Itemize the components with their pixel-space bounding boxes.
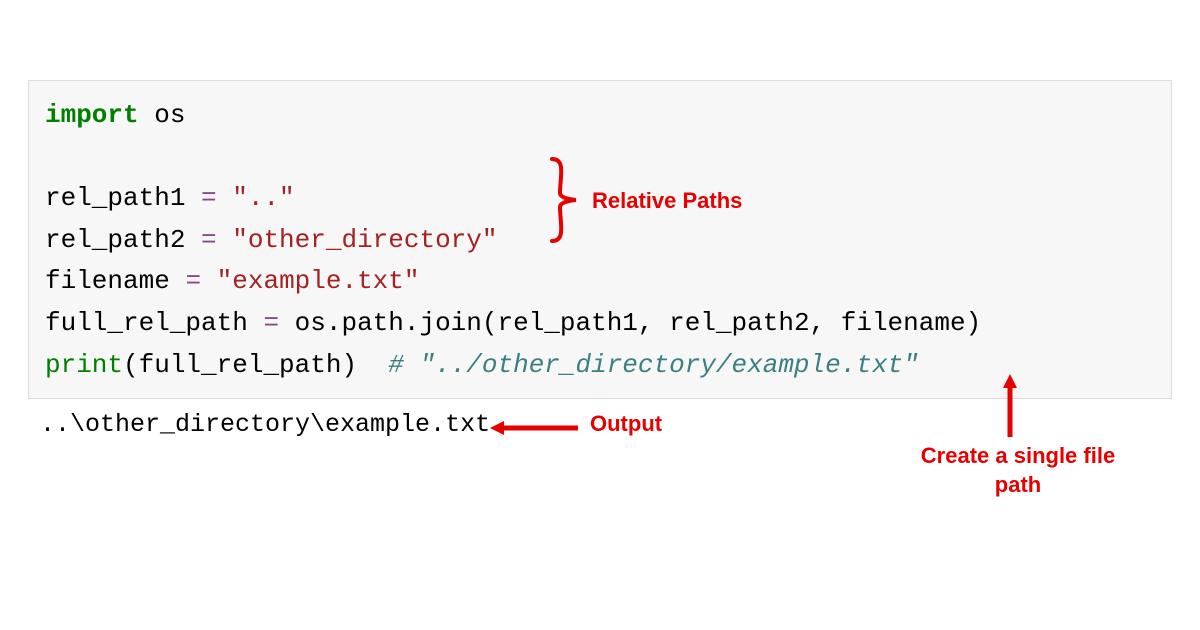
keyword-import: import	[45, 100, 139, 130]
code-line-import: import os	[45, 95, 1155, 137]
code-line-fullrelpath: full_rel_path = os.path.join(rel_path1, …	[45, 303, 1155, 345]
output-text: ..\other_directory\example.txt	[40, 410, 490, 439]
annotation-create-path: Create a single file path	[918, 442, 1118, 499]
annotation-create-line2: path	[995, 472, 1041, 497]
module-os: os	[139, 100, 186, 130]
arrow-left-icon	[490, 418, 580, 443]
code-block: import os rel_path1 = ".." rel_path2 = "…	[28, 80, 1172, 399]
code-line-filename: filename = "example.txt"	[45, 261, 1155, 303]
annotation-output: Output	[590, 411, 662, 437]
brace-icon	[550, 157, 580, 243]
annotation-create-line1: Create a single file	[921, 443, 1115, 468]
arrow-up-icon	[1000, 374, 1020, 444]
annotation-relative-paths: Relative Paths	[592, 188, 742, 214]
code-line-print: print(full_rel_path) # "../other_directo…	[45, 345, 1155, 387]
code-line-relpath2: rel_path2 = "other_directory"	[45, 220, 1155, 262]
blank-line	[45, 137, 1155, 179]
